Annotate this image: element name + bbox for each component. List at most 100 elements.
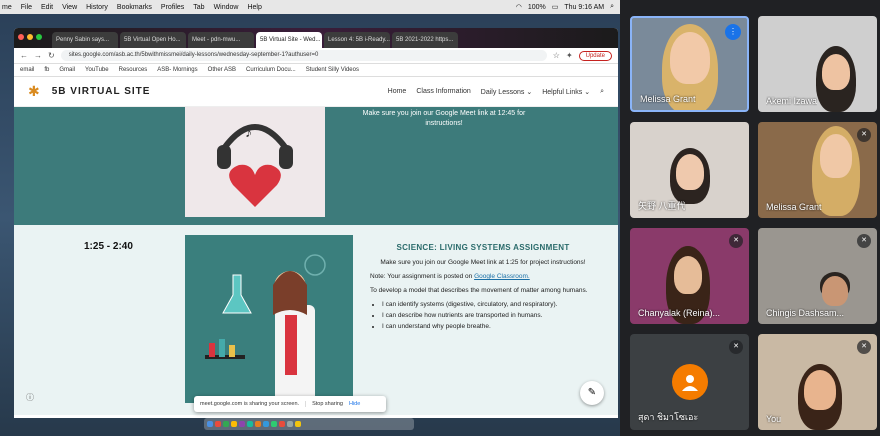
dock-app-icon[interactable] — [231, 421, 237, 427]
update-button[interactable]: Update — [578, 50, 612, 61]
dock-app-icon[interactable] — [223, 421, 229, 427]
objective-list: I can identify systems (digestive, circu… — [370, 300, 596, 331]
dock-app-icon[interactable] — [295, 421, 301, 427]
dock-app-icon[interactable] — [247, 421, 253, 427]
info-icon[interactable]: ⓘ — [26, 392, 34, 403]
tab-strip: Penny Sabin says... 5B Virtual Open Ho..… — [14, 28, 618, 48]
zoom-window-button[interactable] — [36, 34, 42, 40]
star-icon[interactable]: ☆ — [553, 51, 560, 60]
music-heart-image: ♪ — [185, 107, 325, 217]
url-field[interactable]: sites.google.com/asb.ac.th/5bwithmissmei… — [60, 50, 547, 61]
extensions-icon[interactable]: ✦ — [566, 51, 573, 60]
participant-name: Chingis Dashsam... — [766, 308, 845, 318]
participant-tile[interactable]: ✕ Chingis Dashsam... — [758, 228, 877, 324]
mac-menu-item[interactable]: Tab — [193, 4, 204, 11]
mac-menu-item[interactable]: File — [21, 4, 32, 11]
participant-tile[interactable]: ✕ You — [758, 334, 877, 430]
participant-name: 矢野 八重代 — [638, 201, 686, 211]
bookmark-item[interactable]: Student Silly Videos — [306, 67, 359, 73]
bookmark-item[interactable]: YouTube — [85, 67, 109, 73]
pencil-icon: ✎ — [587, 387, 597, 398]
dock-app-icon[interactable] — [279, 421, 285, 427]
mac-menu-item[interactable]: History — [86, 4, 108, 11]
bookmarks-bar: email fb Gmail YouTube Resources ASB- Mo… — [14, 64, 618, 77]
bookmark-item[interactable]: Resources — [119, 67, 148, 73]
dock-app-icon[interactable] — [255, 421, 261, 427]
participant-face — [670, 32, 710, 84]
participant-face — [804, 370, 836, 410]
dock-app-icon[interactable] — [263, 421, 269, 427]
nav-helpful-links[interactable]: Helpful Links ⌄ — [542, 88, 590, 96]
edit-button[interactable]: ✎ — [580, 381, 604, 405]
assignment-note: Note: Your assignment is posted on Googl… — [370, 273, 530, 280]
dock-app-icon[interactable] — [287, 421, 293, 427]
list-item: I can identify systems (digestive, circu… — [382, 300, 596, 309]
back-icon[interactable]: ← — [20, 51, 28, 60]
bookmark-item[interactable]: fb — [44, 67, 49, 73]
minimize-window-button[interactable] — [27, 34, 33, 40]
browser-tab[interactable]: 5B Virtual Open Ho... — [120, 32, 186, 48]
bookmark-item[interactable]: Other ASB — [208, 67, 236, 73]
dock-app-icon[interactable] — [239, 421, 245, 427]
wifi-icon[interactable]: ◠ — [516, 3, 522, 11]
window-controls — [18, 34, 42, 40]
mac-menu-item[interactable]: Help — [247, 4, 261, 11]
mic-off-icon: ✕ — [857, 234, 871, 248]
clock[interactable]: Thu 9:16 AM — [564, 4, 604, 11]
participant-tile[interactable]: ✕ Melissa Grant — [758, 122, 877, 218]
google-classroom-link[interactable]: Google Classroom. — [474, 273, 530, 280]
mac-menu-item[interactable]: Bookmarks — [117, 4, 152, 11]
mac-menu-item[interactable]: View — [62, 4, 77, 11]
browser-tab[interactable]: 5B 2021-2022 https... — [392, 32, 458, 48]
bookmark-item[interactable]: email — [20, 67, 34, 73]
browser-tab[interactable]: Lesson 4: 5B i-Ready... — [324, 32, 390, 48]
mac-menu-item[interactable]: Profiles — [161, 4, 184, 11]
nav-class-information[interactable]: Class Information — [416, 88, 470, 95]
mic-off-icon: ✕ — [729, 234, 743, 248]
participant-tile[interactable]: ✕ สุดา ชิมาโซเอะ — [630, 334, 749, 430]
svg-text:♪: ♪ — [245, 124, 252, 140]
mac-menu-item[interactable]: me — [2, 4, 12, 11]
participant-tile[interactable]: Akemi Izawa — [758, 16, 877, 112]
reload-icon[interactable]: ↻ — [48, 51, 55, 60]
participant-grid: ⋮ Melissa Grant Akemi Izawa 矢野 八重代 ✕ Mel… — [630, 16, 880, 436]
bookmark-item[interactable]: ASB- Mornings — [157, 67, 197, 73]
mic-off-icon: ✕ — [729, 340, 743, 354]
participant-tile[interactable]: ⋮ Melissa Grant — [630, 16, 749, 112]
mac-dock — [204, 418, 414, 430]
scientist-image — [185, 235, 353, 403]
time-slot: 1:25 - 2:40 — [84, 241, 133, 252]
nav-home[interactable]: Home — [388, 88, 407, 95]
participant-name: สุดา ชิมาโซเอะ — [638, 412, 699, 422]
participant-tile[interactable]: 矢野 八重代 — [630, 122, 749, 218]
mic-off-icon: ✕ — [857, 128, 871, 142]
bookmark-item[interactable]: Gmail — [59, 67, 75, 73]
battery-icon[interactable]: ▭ — [552, 3, 559, 11]
share-status-text: meet.google.com is sharing your screen. — [200, 401, 300, 407]
menu-extras: ◠ 100% ▭ Thu 9:16 AM ⌕ — [516, 3, 620, 11]
site-logo-icon[interactable]: ✱ — [28, 83, 40, 100]
nav-daily-lessons[interactable]: Daily Lessons ⌄ — [481, 88, 532, 96]
science-join-text: Make sure you join our Google Meet link … — [380, 259, 586, 266]
stop-sharing-button[interactable]: Stop sharing — [305, 401, 343, 407]
close-window-button[interactable] — [18, 34, 24, 40]
speaking-indicator-icon: ⋮ — [725, 24, 741, 40]
participant-face — [674, 256, 702, 294]
search-icon[interactable]: ⌕ — [600, 88, 604, 96]
participant-tile[interactable]: ✕ Chanyalak (Reina)... — [630, 228, 749, 324]
dock-app-icon[interactable] — [207, 421, 213, 427]
browser-tab-active[interactable]: 5B Virtual Site - Wed... — [256, 32, 322, 48]
site-title[interactable]: 5B VIRTUAL SITE — [52, 86, 151, 97]
mac-menu-item[interactable]: Window — [214, 4, 239, 11]
dock-app-icon[interactable] — [215, 421, 221, 427]
bookmark-item[interactable]: Curriculum Docu... — [246, 67, 296, 73]
dock-app-icon[interactable] — [271, 421, 277, 427]
forward-icon[interactable]: → — [34, 51, 42, 60]
mac-menu-item[interactable]: Edit — [41, 4, 53, 11]
browser-tab[interactable]: Penny Sabin says... — [52, 32, 118, 48]
browser-tab[interactable]: Meet - pdn-mwu... — [188, 32, 254, 48]
hide-button[interactable]: Hide — [349, 401, 360, 407]
participant-face — [822, 276, 848, 306]
search-icon[interactable]: ⌕ — [610, 3, 614, 11]
participant-name: Akemi Izawa — [766, 96, 818, 106]
